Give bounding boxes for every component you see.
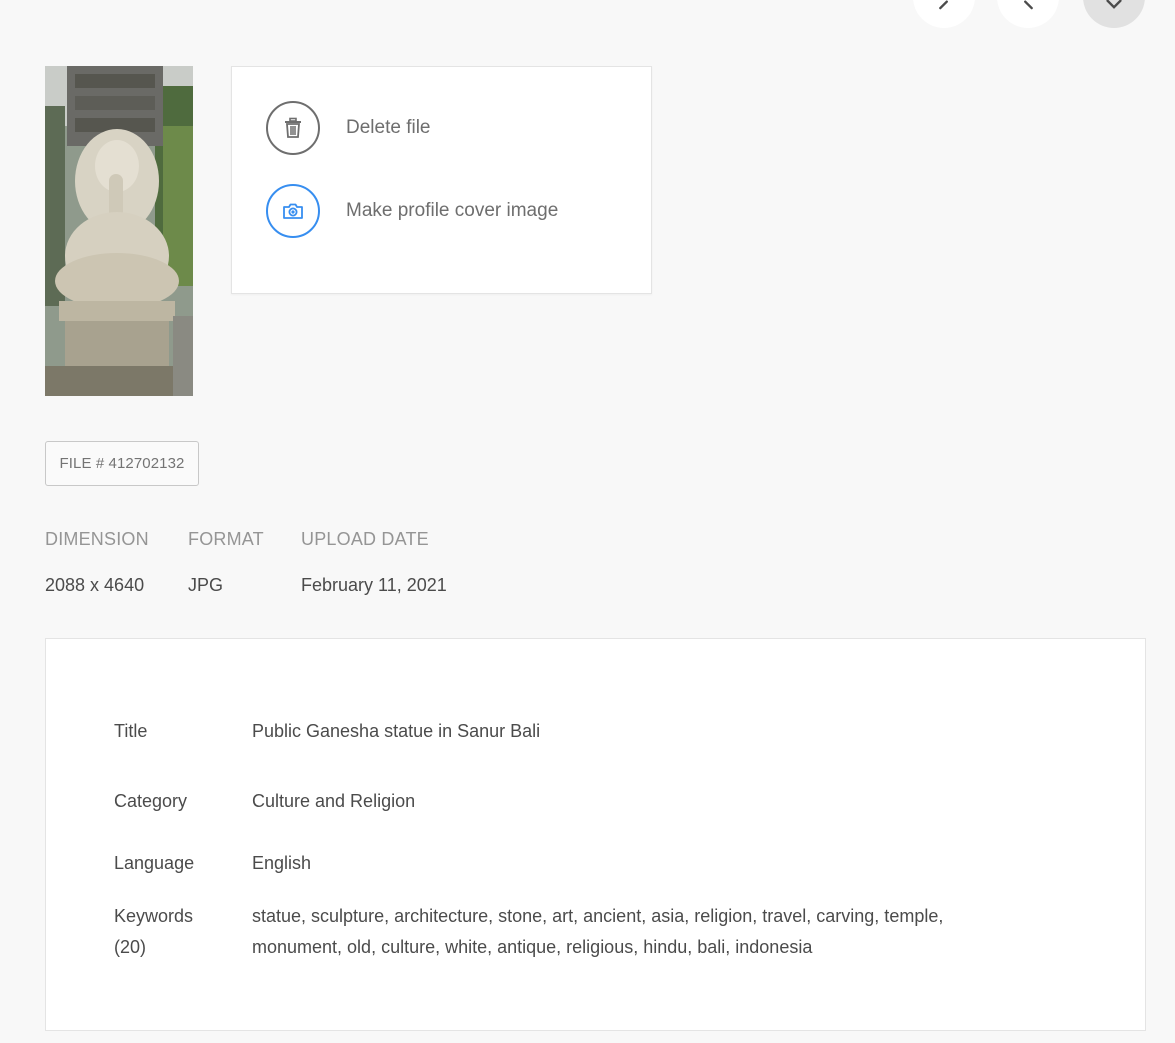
file-details-page: Delete file Make profile cover image FIL… [0, 0, 1175, 1043]
file-thumbnail [45, 66, 193, 396]
upload-date-value: February 11, 2021 [301, 575, 447, 595]
category-label: Category [114, 791, 188, 811]
title-label: Title [114, 721, 148, 741]
next-file-button[interactable] [997, 0, 1059, 28]
dimension-value: 2088 x 4640 [45, 575, 145, 595]
chevron-left-icon [939, 0, 948, 10]
format-label: FORMAT [188, 529, 264, 549]
close-button[interactable] [1083, 0, 1145, 28]
keywords-count: (20) [114, 937, 147, 957]
camera-icon [283, 203, 303, 219]
language-value: English [252, 853, 312, 873]
keywords-value: statue, sculpture, architecture, stone, … [252, 906, 944, 957]
statue-photo [45, 66, 193, 396]
language-label: Language [114, 853, 195, 873]
file-number-tag: FILE # 412702132 [45, 441, 199, 486]
keywords-label: Keywords [114, 906, 194, 926]
file-actions-card: Delete file Make profile cover image [231, 66, 652, 294]
make-cover-button[interactable] [266, 184, 320, 238]
make-cover-action[interactable]: Make profile cover image [266, 184, 558, 238]
delete-file-label[interactable]: Delete file [346, 117, 431, 139]
upload-date-label: UPLOAD DATE [301, 529, 429, 549]
delete-file-action[interactable]: Delete file [266, 101, 431, 155]
make-cover-label[interactable]: Make profile cover image [346, 200, 558, 222]
category-value: Culture and Religion [252, 791, 416, 811]
file-details-card: Title Public Ganesha statue in Sanur Bal… [45, 638, 1146, 1031]
close-icon [1106, 0, 1122, 9]
chevron-right-icon [1024, 0, 1033, 10]
delete-file-button[interactable] [266, 101, 320, 155]
previous-file-button[interactable] [913, 0, 975, 28]
dimension-label: DIMENSION [45, 529, 149, 549]
trash-icon [285, 117, 301, 138]
title-value: Public Ganesha statue in Sanur Bali [252, 721, 541, 741]
format-value: JPG [188, 575, 224, 595]
